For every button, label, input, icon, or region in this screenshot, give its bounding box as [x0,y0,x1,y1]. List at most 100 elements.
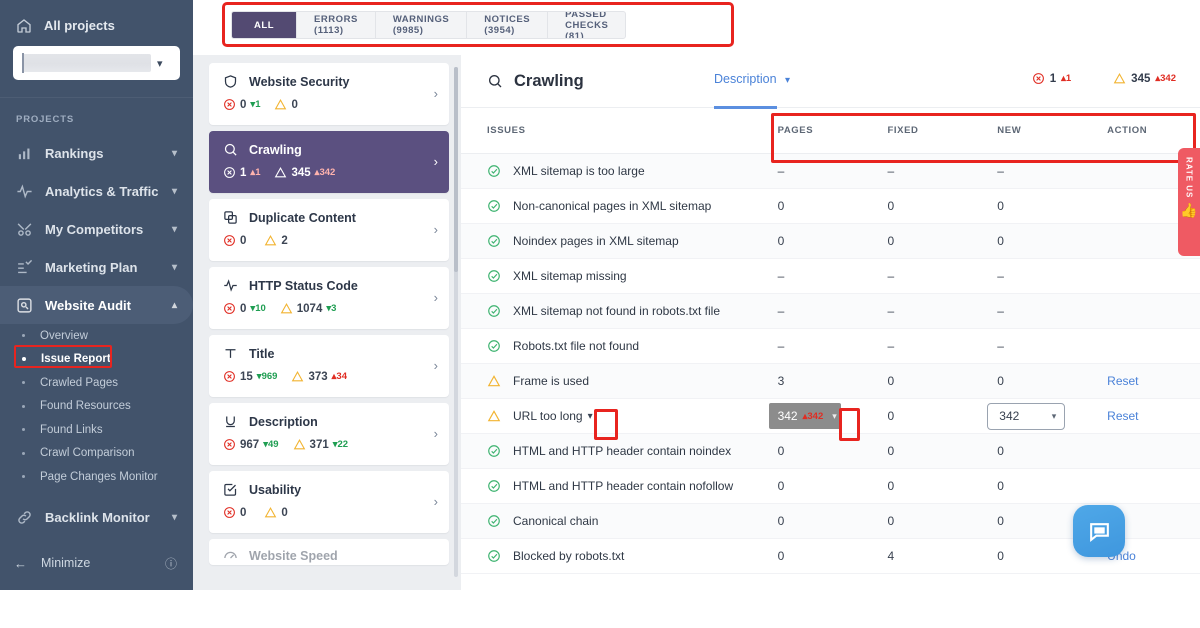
pages-cell[interactable]: 342 ▴342 ▾ [761,403,871,429]
column-header-action: ACTION [1107,125,1148,136]
bullet-icon [22,451,25,455]
sidebar-subitem-crawled-pages[interactable]: Crawled Pages [0,371,193,395]
category-card-crawling[interactable]: Crawling 1 ▴1 345 ▴342 › [209,131,449,193]
tab-notices[interactable]: NOTICES (3954) [467,12,549,38]
minimize-button[interactable]: ← Minimize ⓘ [0,546,193,580]
table-row[interactable]: Robots.txt file not found – – – [461,329,1200,364]
warning-delta: ▴342 [1155,73,1176,84]
table-row[interactable]: Noindex pages in XML sitemap 0 0 0 [461,224,1200,259]
table-row[interactable]: XML sitemap not found in robots.txt file… [461,294,1200,329]
table-row[interactable]: HTML and HTTP header contain noindex 0 0… [461,434,1200,469]
reset-link[interactable]: Reset [1107,374,1138,388]
warning-triangle-icon [1113,72,1126,85]
chevron-up-icon: ▴ [171,299,177,311]
error-stat-group: 0 ▾10 [223,302,266,315]
page-title: Crawling [514,71,584,90]
category-card-title: Title [249,346,275,361]
category-card-website-speed[interactable]: Website Speed [209,539,449,565]
new-cell: – [997,339,1004,353]
table-row[interactable]: XML sitemap is too large – – – [461,154,1200,189]
sidebar-item-my-competitors[interactable]: My Competitors ▾ [0,210,193,248]
category-card-duplicate-content[interactable]: Duplicate Content 0 2 › [209,199,449,261]
issue-label: XML sitemap missing [513,269,627,283]
pulse-icon [16,183,33,200]
pages-cell: 0 [777,549,785,563]
error-count: 1 [240,166,247,179]
chevron-right-icon[interactable]: › [434,358,438,373]
sidebar-item-label: Analytics & Traffic [45,183,159,199]
tab-warnings[interactable]: WARNINGS (9985) [376,12,468,38]
tab-all[interactable]: ALL [232,12,298,38]
pages-cell: 0 [777,479,785,493]
reset-link[interactable]: Reset [1107,409,1138,423]
chevron-right-icon[interactable]: › [434,154,438,169]
table-row[interactable]: HTML and HTTP header contain nofollow 0 … [461,469,1200,504]
new-dropdown[interactable]: 342 ▾ [987,402,1066,430]
issue-label: Frame is used [513,374,590,388]
chevron-down-icon[interactable]: ▾ [588,411,593,422]
pages-cell: 3 [777,374,785,388]
check-circle-icon [487,339,501,353]
warning-stat-group: 0 [274,98,298,111]
sidebar-item-backlink-monitor[interactable]: Backlink Monitor ▾ [0,499,193,537]
category-card-title: Website Speed [249,548,338,563]
category-list-scrollbar[interactable] [454,67,458,577]
category-card-title: Crawling [249,142,302,157]
warning-delta: ▾3 [326,303,337,314]
new-cell: 0 [997,479,1004,493]
warning-count: 371 [309,438,329,451]
issue-cell: HTML and HTTP header contain noindex [461,444,761,458]
table-row[interactable]: Non-canonical pages in XML sitemap 0 0 0 [461,189,1200,224]
help-icon[interactable]: ⓘ [165,555,177,572]
category-card-title-row: Crawling [223,142,437,157]
error-count: 0 [240,98,247,111]
new-cell[interactable]: 342 ▾ [980,402,1090,430]
warning-triangle-icon [274,98,287,111]
category-card-usability[interactable]: Usability 0 0 › [209,471,449,533]
shield-icon [223,74,238,89]
sidebar-item-rankings[interactable]: Rankings ▾ [0,134,193,172]
rate-us-tab[interactable]: RATE US 👍 [1178,148,1200,256]
project-selector[interactable]: ▾ [13,46,180,80]
sidebar-subitem-page-changes-monitor[interactable]: Page Changes Monitor [0,465,193,489]
chevron-right-icon[interactable]: › [434,494,438,509]
sidebar-item-analytics-traffic[interactable]: Analytics & Traffic ▾ [0,172,193,210]
sidebar-subitem-found-resources[interactable]: Found Resources [0,395,193,419]
chevron-right-icon[interactable]: › [434,290,438,305]
tab-errors[interactable]: ERRORS (1113) [297,12,376,38]
chevron-right-icon[interactable]: › [434,222,438,237]
category-card-title-row: Title [223,346,437,361]
sidebar-subitem-issue-report[interactable]: Issue Report [0,344,193,372]
tab-passed-checks[interactable]: PASSED CHECKS (81) [548,12,625,38]
sidebar-item-marketing-plan[interactable]: Marketing Plan ▾ [0,248,193,286]
filter-tabbar: ALL ERRORS (1113) WARNINGS (9985) NOTICE… [231,11,627,39]
all-projects-link[interactable]: All projects [0,0,193,40]
category-card-description[interactable]: Description 967 ▾49 371 ▾22 › [209,403,449,465]
sidebar-subitem-found-links[interactable]: Found Links [0,418,193,442]
table-row[interactable]: Frame is used 3 0 0 Reset [461,364,1200,399]
description-dropdown[interactable]: Description ▾ [714,72,790,86]
table-row-url-too-long[interactable]: URL too long ▾ 342 ▴342 ▾ 0 342 ▾ Reset [461,399,1200,434]
category-card-title[interactable]: Title 15 ▾969 373 ▴34 › [209,335,449,397]
warning-stat-group: 373 ▴34 [291,370,347,383]
report-title-group: Crawling [487,72,584,91]
fixed-cell: – [887,339,895,353]
sidebar-item-website-audit[interactable]: Website Audit ▴ [0,286,193,324]
category-card-stats: 1 ▴1 345 ▴342 [223,166,437,179]
category-card-website-security[interactable]: Website Security 0 ▾1 0 › [209,63,449,125]
table-row[interactable]: XML sitemap missing – – – [461,259,1200,294]
sidebar-subitem-overview[interactable]: Overview [0,324,193,348]
warning-stat-group: 371 ▾22 [293,438,348,451]
chevron-right-icon[interactable]: › [434,86,438,101]
chat-widget-button[interactable] [1073,505,1125,557]
pages-dropdown[interactable]: 342 ▴342 ▾ [768,403,841,429]
chevron-right-icon[interactable]: › [434,426,438,441]
checklist-icon [16,259,33,276]
sidebar-subitem-crawl-comparison[interactable]: Crawl Comparison [0,442,193,466]
warning-triangle-icon [274,166,287,179]
scrollbar-thumb[interactable] [454,67,458,272]
new-cell: 0 [997,444,1004,458]
category-card-http-status-code[interactable]: HTTP Status Code 0 ▾10 1074 ▾3 › [209,267,449,329]
warning-stat-group: 2 [264,234,288,247]
new-cell: – [997,164,1004,178]
